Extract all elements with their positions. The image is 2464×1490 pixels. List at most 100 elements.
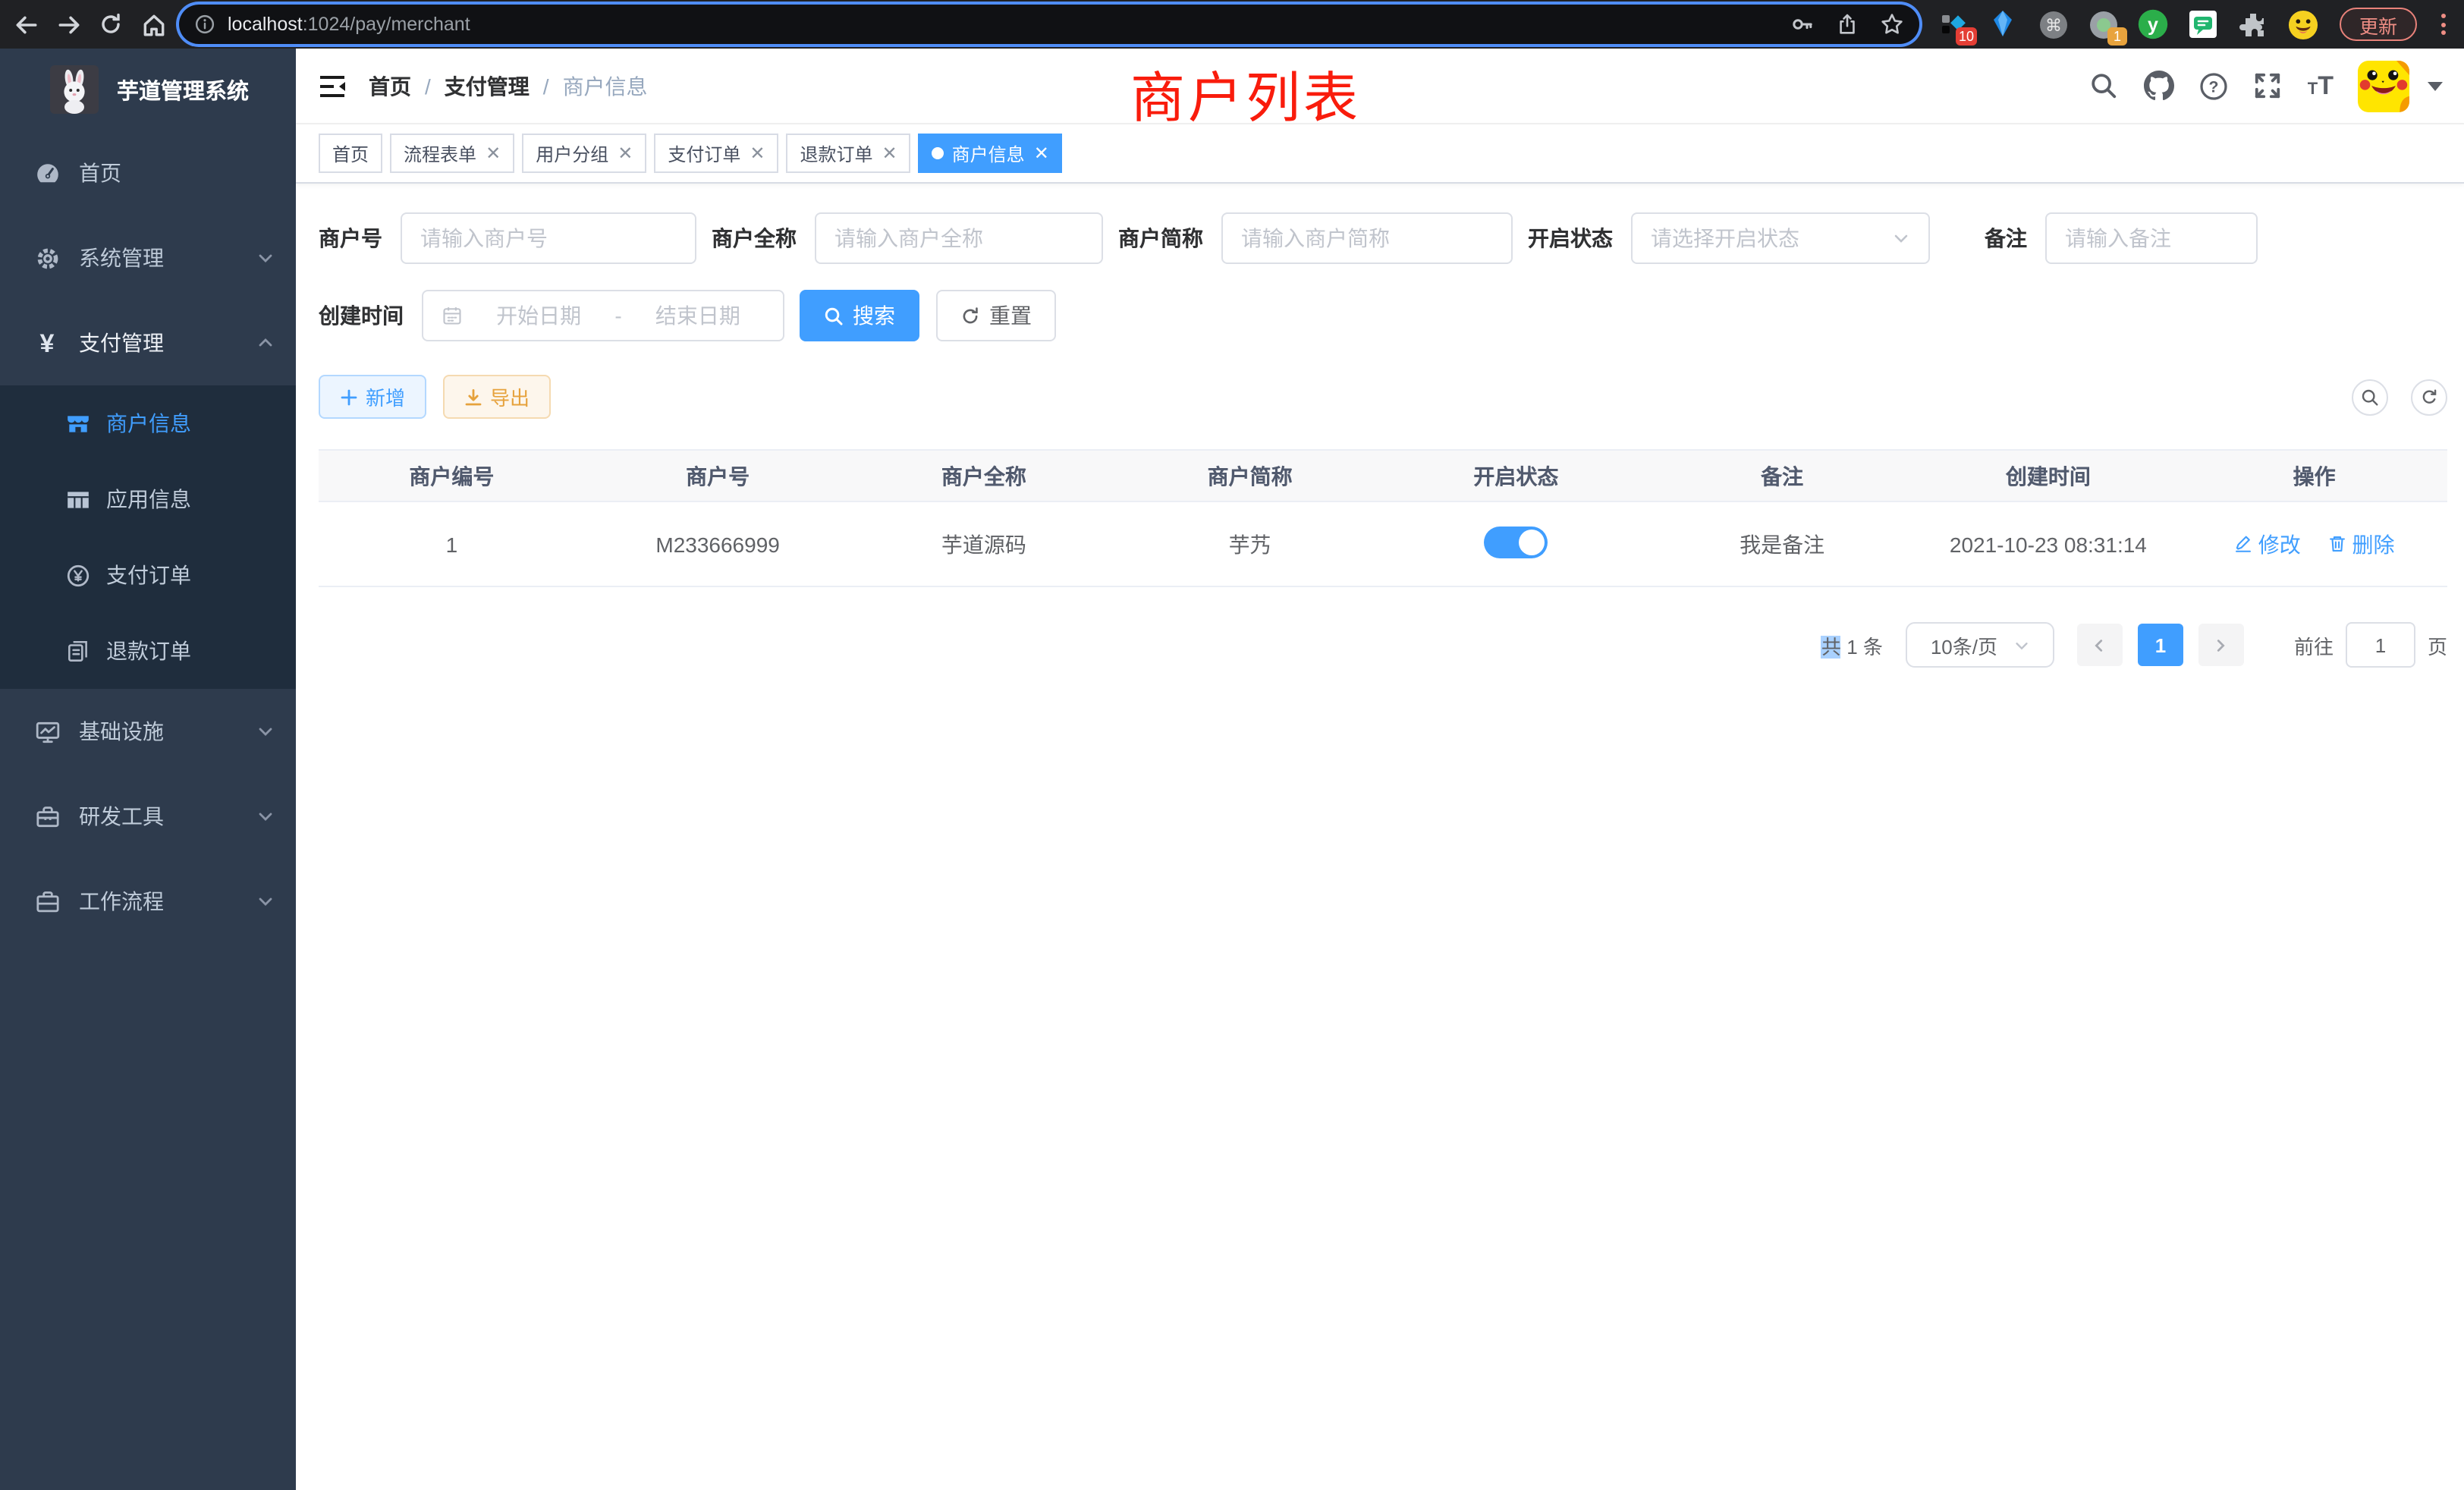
sidebar-item-merchant-info[interactable]: 商户信息 [0,385,296,461]
search-icon[interactable] [2089,71,2120,101]
url-path: :1024/pay/merchant [303,14,470,35]
search-button[interactable]: 搜索 [800,290,919,341]
sidebar-item-label: 基础设施 [79,716,256,747]
status-select[interactable]: 请选择开启状态 [1631,212,1930,264]
site-info-icon[interactable] [194,14,215,35]
status-toggle[interactable] [1484,526,1548,558]
cell-merchant-no: M233666999 [585,501,851,586]
sidebar-item-app-info[interactable]: 应用信息 [0,461,296,537]
sidebar-item-infrastructure[interactable]: 基础设施 [0,689,296,774]
goto-page-input[interactable] [2346,622,2415,668]
browser-update-button[interactable]: 更新 [2340,8,2417,41]
close-icon[interactable]: ✕ [882,144,897,162]
yen-circle-icon [64,561,91,589]
table-toolbar: 新增 导出 [319,375,2447,419]
browser-menu-icon[interactable] [2435,11,2452,38]
chevron-down-icon [256,807,275,825]
sidebar-item-refund-order[interactable]: 退款订单 [0,613,296,689]
page-number-1[interactable]: 1 [2138,624,2183,666]
tab-user-group[interactable]: 用户分组✕ [522,134,646,173]
user-avatar[interactable] [2358,60,2409,112]
tab-process-form[interactable]: 流程表单✕ [390,134,514,173]
sidebar-item-workflow[interactable]: 工作流程 [0,859,296,944]
bookmark-star-icon[interactable] [1880,12,1904,36]
short-name-input[interactable] [1221,212,1513,264]
short-name-label: 商户简称 [1118,223,1221,253]
close-icon[interactable]: ✕ [750,144,765,162]
create-time-range-picker[interactable]: 开始日期 - 结束日期 [422,290,784,341]
close-icon[interactable]: ✕ [486,144,501,162]
status-label: 开启状态 [1528,223,1631,253]
tab-merchant-info[interactable]: 商户信息✕ [919,134,1063,173]
full-name-label: 商户全称 [712,223,815,253]
remark-label: 备注 [1985,223,2045,253]
gem-extension-icon[interactable] [1988,9,2018,39]
chat-extension-icon[interactable] [2188,9,2218,39]
start-date-placeholder[interactable]: 开始日期 [472,300,605,331]
sidebar-item-label: 工作流程 [79,886,256,916]
close-icon[interactable]: ✕ [1034,144,1049,162]
col-remark: 备注 [1649,450,1916,501]
tab-home[interactable]: 首页 [319,134,382,173]
merchant-no-input[interactable] [401,212,696,264]
export-button[interactable]: 导出 [443,375,551,419]
extensions-puzzle-icon[interactable] [2238,9,2268,39]
back-icon[interactable] [12,11,39,38]
extension-row: 10 ⌘ 1 y [1938,9,2318,39]
edit-link[interactable]: 修改 [2234,529,2301,559]
profile-emoji-avatar[interactable] [2288,9,2318,39]
page-size-select[interactable]: 10条/页 [1906,622,2054,668]
tab-refund-order[interactable]: 退款订单✕ [787,134,911,173]
create-time-label: 创建时间 [319,300,422,331]
sidebar-item-label: 退款订单 [106,636,275,666]
sidebar-item-label: 首页 [79,158,275,188]
goto-page: 前往 页 [2294,622,2447,668]
help-icon[interactable]: ? [2198,71,2229,101]
remark-input[interactable] [2045,212,2258,264]
sidebar-item-payment[interactable]: ¥ 支付管理 [0,300,296,385]
col-short-name: 商户简称 [1117,450,1383,501]
add-button[interactable]: 新增 [319,375,426,419]
forward-icon[interactable] [55,11,82,38]
delete-link[interactable]: 删除 [2328,529,2395,559]
reload-icon[interactable] [97,11,124,38]
pinned-extension-icon[interactable]: 10 [1938,9,1968,39]
show-search-circle-button[interactable] [2352,379,2388,415]
url-host: localhost [228,14,303,35]
address-bar[interactable]: localhost:1024/pay/merchant [179,5,1919,44]
close-icon[interactable]: ✕ [618,144,633,162]
tab-pay-order[interactable]: 支付订单✕ [654,134,778,173]
breadcrumb-payment[interactable]: 支付管理 [445,71,530,101]
sidebar-item-system[interactable]: 系统管理 [0,215,296,300]
caret-down-icon[interactable] [2428,81,2443,90]
sidebar-item-devtools[interactable]: 研发工具 [0,774,296,859]
share-icon[interactable] [1836,12,1859,36]
tags-view-bar: 首页 流程表单✕ 用户分组✕ 支付订单✕ 退款订单✕ 商户信息✕ [296,124,2464,184]
prev-page-button[interactable] [2077,624,2123,666]
end-date-placeholder[interactable]: 结束日期 [631,300,765,331]
url-text: localhost:1024/pay/merchant [228,14,1790,35]
app-logo-row[interactable]: 芋道管理系统 [0,49,296,130]
font-size-icon[interactable]: TT [2308,71,2334,101]
full-name-input[interactable] [815,212,1103,264]
home-icon[interactable] [140,11,167,38]
sidebar-item-pay-order[interactable]: 支付订单 [0,537,296,613]
sidebar-item-home[interactable]: 首页 [0,130,296,215]
hamburger-icon[interactable] [317,71,347,101]
refresh-circle-button[interactable] [2411,379,2447,415]
cell-actions: 修改 删除 [2181,501,2447,586]
next-page-button[interactable] [2198,624,2244,666]
key-icon[interactable] [1790,12,1815,36]
y-extension-icon[interactable]: y [2138,9,2168,39]
monitor-chart-icon [33,718,61,745]
fullscreen-icon[interactable] [2253,71,2283,101]
session-extension-icon[interactable]: 1 [2088,9,2118,39]
breadcrumb-home[interactable]: 首页 [369,71,411,101]
command-extension-icon[interactable]: ⌘ [2038,9,2068,39]
browser-chrome: localhost:1024/pay/merchant 10 [0,0,2464,49]
github-icon[interactable] [2144,71,2174,101]
cell-remark: 我是备注 [1649,501,1916,586]
svg-text:?: ? [2208,77,2218,96]
reset-button[interactable]: 重置 [936,290,1056,341]
sidebar-item-label: 支付订单 [106,560,275,590]
